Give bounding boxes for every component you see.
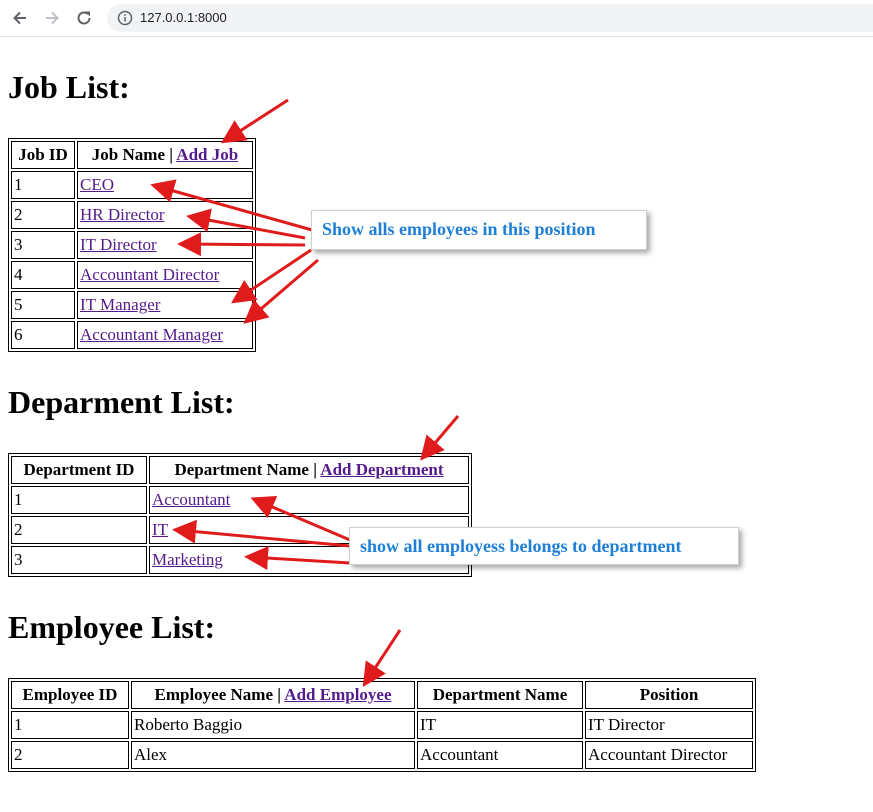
- department-link-marketing[interactable]: Marketing: [152, 550, 223, 569]
- job-row: 1 CEO: [11, 171, 253, 199]
- employee-table: Employee ID Employee Name | Add Employee…: [8, 678, 756, 772]
- department-table-header-row: Department ID Department Name | Add Depa…: [11, 456, 469, 484]
- department-link-it[interactable]: IT: [152, 520, 168, 539]
- department-id-cell: 3: [11, 546, 147, 574]
- job-id-cell: 6: [11, 321, 75, 349]
- employee-department-cell: Accountant: [417, 741, 583, 769]
- job-name-cell: HR Director: [77, 201, 253, 229]
- department-id-cell: 2: [11, 516, 147, 544]
- employee-row: 2 Alex Accountant Accountant Director: [11, 741, 753, 769]
- arrow-to-add-department: [420, 415, 460, 461]
- employee-id-cell: 1: [11, 711, 129, 739]
- arrow-to-add-job: [220, 98, 289, 144]
- job-row: 5 IT Manager: [11, 291, 253, 319]
- department-id-header: Department ID: [11, 456, 147, 484]
- employee-position-cell: Accountant Director: [585, 741, 753, 769]
- job-link-hr-director[interactable]: HR Director: [80, 205, 165, 224]
- employee-id-header: Employee ID: [11, 681, 129, 709]
- job-link-accountant-director[interactable]: Accountant Director: [80, 265, 219, 284]
- forward-arrow-icon: [46, 11, 59, 25]
- job-row: 2 HR Director: [11, 201, 253, 229]
- employee-name-header: Employee Name | Add Employee: [131, 681, 415, 709]
- url-text: 127.0.0.1:8000: [140, 10, 227, 25]
- department-link-accountant[interactable]: Accountant: [152, 490, 230, 509]
- department-callout: show all employess belongs to department: [349, 527, 739, 565]
- back-button[interactable]: [8, 6, 32, 30]
- employee-name-header-label: Employee Name |: [154, 685, 285, 704]
- job-name-header-label: Job Name |: [91, 145, 177, 164]
- job-name-cell: IT Manager: [77, 291, 253, 319]
- job-table-header-row: Job ID Job Name | Add Job: [11, 141, 253, 169]
- job-id-cell: 4: [11, 261, 75, 289]
- employee-name-cell: Alex: [131, 741, 415, 769]
- job-row: 4 Accountant Director: [11, 261, 253, 289]
- employee-department-header: Department Name: [417, 681, 583, 709]
- employee-row: 1 Roberto Baggio IT IT Director: [11, 711, 753, 739]
- arrow-to-accountant-manager: [243, 258, 319, 324]
- job-id-cell: 5: [11, 291, 75, 319]
- employee-list-heading: Employee List:: [8, 609, 216, 645]
- job-name-cell: Accountant Manager: [77, 321, 253, 349]
- add-job-link[interactable]: Add Job: [176, 145, 238, 164]
- department-name-header-label: Department Name |: [174, 460, 321, 479]
- job-link-it-manager[interactable]: IT Manager: [80, 295, 160, 314]
- info-icon[interactable]: [117, 10, 133, 26]
- add-employee-link[interactable]: Add Employee: [284, 685, 391, 704]
- job-name-cell: IT Director: [77, 231, 253, 259]
- job-callout: Show alls employees in this position: [311, 210, 647, 250]
- employee-position-cell: IT Director: [585, 711, 753, 739]
- department-row: 1 Accountant: [11, 486, 469, 514]
- department-name-cell: Accountant: [149, 486, 469, 514]
- employee-department-cell: IT: [417, 711, 583, 739]
- employee-id-cell: 2: [11, 741, 129, 769]
- job-name-cell: Accountant Director: [77, 261, 253, 289]
- add-department-link[interactable]: Add Department: [320, 460, 443, 479]
- job-link-ceo[interactable]: CEO: [80, 175, 114, 194]
- job-row: 3 IT Director: [11, 231, 253, 259]
- back-arrow-icon: [13, 11, 26, 25]
- job-name-header: Job Name | Add Job: [77, 141, 253, 169]
- department-name-header: Department Name | Add Department: [149, 456, 469, 484]
- job-id-cell: 2: [11, 201, 75, 229]
- job-table: Job ID Job Name | Add Job 1 CEO 2 HR Dir…: [8, 138, 256, 352]
- reload-button[interactable]: [72, 6, 96, 30]
- job-id-header: Job ID: [11, 141, 75, 169]
- job-id-cell: 1: [11, 171, 75, 199]
- employee-table-header-row: Employee ID Employee Name | Add Employee…: [11, 681, 753, 709]
- browser-toolbar: 127.0.0.1:8000: [0, 0, 873, 37]
- job-row: 6 Accountant Manager: [11, 321, 253, 349]
- job-link-it-director[interactable]: IT Director: [80, 235, 157, 254]
- forward-button[interactable]: [40, 6, 64, 30]
- job-id-cell: 3: [11, 231, 75, 259]
- employee-name-cell: Roberto Baggio: [131, 711, 415, 739]
- department-id-cell: 1: [11, 486, 147, 514]
- arrow-to-add-employee: [362, 629, 402, 688]
- department-list-heading: Deparment List:: [8, 384, 235, 420]
- reload-icon: [77, 11, 91, 25]
- job-link-accountant-manager[interactable]: Accountant Manager: [80, 325, 223, 344]
- job-list-heading: Job List:: [8, 69, 130, 105]
- address-bar[interactable]: 127.0.0.1:8000: [107, 4, 873, 32]
- job-name-cell: CEO: [77, 171, 253, 199]
- employee-position-header: Position: [585, 681, 753, 709]
